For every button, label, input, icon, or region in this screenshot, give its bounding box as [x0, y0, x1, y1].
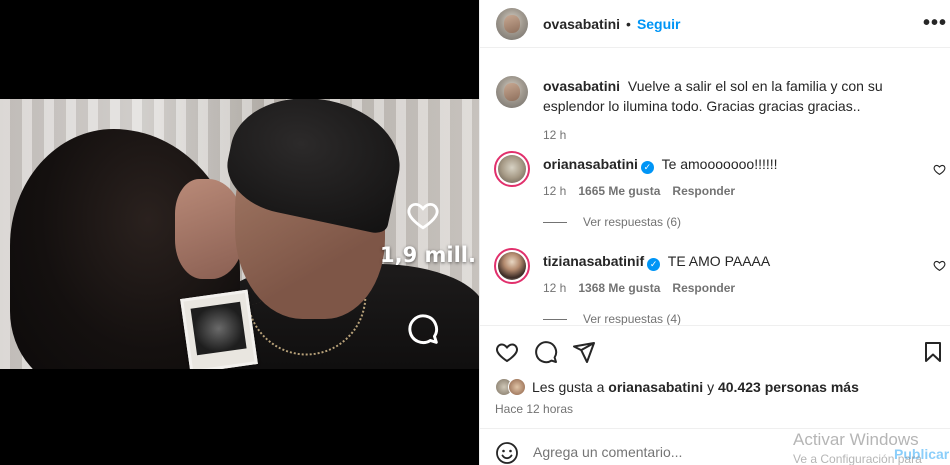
separator-dot: •: [626, 16, 631, 32]
caption-username[interactable]: ovasabatini: [543, 78, 620, 94]
comment-time[interactable]: 12 h: [543, 281, 566, 295]
reply-button[interactable]: Responder: [672, 281, 735, 295]
post-photo[interactable]: 1,9 mill.: [0, 99, 479, 369]
action-bar: Les gusta a orianasabatini y 40.423 pers…: [480, 325, 950, 425]
follow-button[interactable]: Seguir: [637, 16, 681, 32]
post-timestamp[interactable]: Hace 12 horas: [495, 402, 573, 416]
post-header: ovasabatini • Seguir •••: [480, 0, 950, 48]
owner-avatar[interactable]: [496, 8, 528, 40]
owner-username[interactable]: ovasabatini: [543, 16, 620, 32]
comment-like-heart-icon[interactable]: [933, 259, 946, 272]
heart-icon[interactable]: [495, 340, 519, 364]
comment-like-heart-icon[interactable]: [933, 163, 946, 176]
comment-avatar-orianasabatini[interactable]: [494, 151, 530, 187]
view-replies-label: Ver respuestas (6): [583, 215, 682, 229]
ultrasound-photo: [180, 289, 258, 369]
reply-button[interactable]: Responder: [672, 184, 735, 198]
liked-by-row: Les gusta a orianasabatini y 40.423 pers…: [495, 378, 859, 396]
view-replies-label: Ver respuestas (4): [583, 312, 682, 326]
emoji-icon[interactable]: [495, 441, 519, 465]
woman-avatar-icon: [498, 252, 526, 280]
comment-text: TE AMO PAAAA: [667, 253, 771, 269]
verified-badge-icon: ✓: [640, 161, 654, 174]
comment-item: orianasabatini ✓ Te amooooooo!!!!!! 12 h 1…: [543, 154, 933, 201]
activate-windows-watermark: Activar Windows: [793, 430, 919, 449]
caption-time[interactable]: 12 h: [543, 128, 566, 142]
comment-username[interactable]: tizianasabatinif: [543, 253, 644, 269]
caption-owner-avatar[interactable]: [496, 76, 528, 108]
media-heart-icon: [407, 202, 439, 230]
liked-by-user[interactable]: orianasabatini: [608, 379, 703, 395]
comment-text: Te amooooooo!!!!!!: [661, 156, 778, 172]
media-likes-count: 1,9 mill.: [380, 243, 476, 267]
liker-avatar: [508, 378, 526, 396]
view-replies-button[interactable]: Ver respuestas (4): [543, 312, 681, 326]
cat-avatar-icon: [498, 155, 526, 183]
post-dialog: 1,9 mill. ovasabatini • Seguir ••• ovasa…: [0, 0, 950, 465]
media-comment-icon: [408, 314, 438, 344]
comment-time[interactable]: 12 h: [543, 184, 566, 198]
post-caption: ovasabatini Vuelve a salir el sol en la …: [543, 76, 938, 145]
comment-likes[interactable]: 1368 Me gusta: [578, 281, 660, 295]
post-side-panel: ovasabatini • Seguir ••• ovasabatini Vue…: [479, 0, 950, 465]
comment-username[interactable]: orianasabatini: [543, 156, 638, 172]
header-line: ovasabatini • Seguir: [543, 16, 681, 32]
activate-windows-subtext: Ve a Configuración para: [793, 452, 922, 465]
liked-by-others[interactable]: 40.423 personas más: [718, 379, 859, 395]
comment-input[interactable]: [533, 444, 793, 460]
more-options-icon[interactable]: •••: [923, 13, 947, 33]
comment-item: tizianasabatinif ✓ TE AMO PAAAA 12 h 1368 …: [543, 251, 933, 298]
view-replies-button[interactable]: Ver respuestas (6): [543, 215, 681, 229]
verified-badge-icon: ✓: [647, 258, 661, 271]
liked-by-prefix: Les gusta a: [532, 379, 605, 395]
bookmark-icon[interactable]: [921, 340, 945, 364]
comment-icon[interactable]: [534, 340, 558, 364]
post-media[interactable]: 1,9 mill.: [0, 0, 479, 465]
comment-avatar-tizianasabatinif[interactable]: [494, 248, 530, 284]
send-icon[interactable]: [572, 340, 596, 364]
liked-by-connector: y: [707, 379, 715, 395]
comment-likes[interactable]: 1665 Me gusta: [578, 184, 660, 198]
